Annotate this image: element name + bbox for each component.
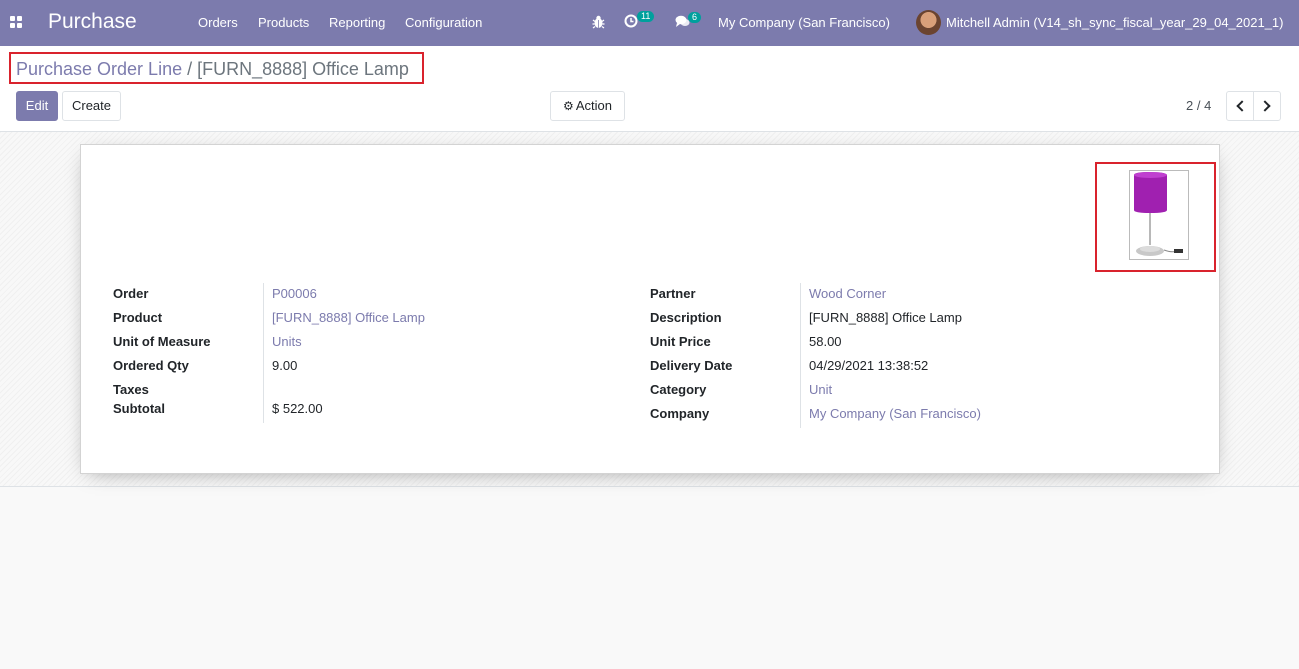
category-field[interactable]: Unit <box>809 382 832 397</box>
chevron-left-icon <box>1236 100 1248 112</box>
chat-icon[interactable]: 6 <box>675 12 702 31</box>
product-image[interactable] <box>1129 170 1189 260</box>
subtotal-label: Subtotal <box>113 401 165 416</box>
unit-price-field: 58.00 <box>809 334 842 349</box>
apps-icon[interactable] <box>10 16 22 28</box>
user-menu[interactable]: Mitchell Admin (V14_sh_sync_fiscal_year_… <box>946 15 1284 30</box>
uom-field[interactable]: Units <box>272 334 302 349</box>
breadcrumb-current: [FURN_8888] Office Lamp <box>197 59 409 79</box>
company-field[interactable]: My Company (San Francisco) <box>809 406 981 421</box>
chevron-right-icon <box>1259 100 1271 112</box>
left-divider <box>263 283 264 423</box>
app-brand[interactable]: Purchase <box>48 10 137 34</box>
action-button[interactable]: ⚙ Action <box>550 91 625 121</box>
breadcrumb-parent[interactable]: Purchase Order Line <box>16 59 182 79</box>
messages-badge: 6 <box>688 12 702 23</box>
ordered-qty-label: Ordered Qty <box>113 358 189 373</box>
menu-products[interactable]: Products <box>258 15 309 31</box>
company-label: Company <box>650 406 710 421</box>
company-switcher[interactable]: My Company (San Francisco) <box>718 15 890 30</box>
product-label: Product <box>113 310 163 325</box>
pager-previous-button[interactable] <box>1226 91 1254 121</box>
menu-reporting[interactable]: Reporting <box>329 15 385 31</box>
menu-orders[interactable]: Orders <box>198 15 238 31</box>
delivery-date-field: 04/29/2021 13:38:52 <box>809 358 929 373</box>
control-panel: Purchase Order Line / [FURN_8888] Office L… <box>0 46 1299 132</box>
category-label: Category <box>650 382 707 397</box>
order-label: Order <box>113 286 149 301</box>
description-label: Description <box>650 310 722 325</box>
form-sheet: Order P00006 Product [FURN_8888] Office … <box>80 144 1220 474</box>
avatar[interactable] <box>916 10 941 35</box>
menu-configuration[interactable]: Configuration <box>405 15 482 31</box>
subtotal-field: $ 522.00 <box>272 401 323 416</box>
partner-field[interactable]: Wood Corner <box>809 286 886 301</box>
taxes-label: Taxes <box>113 382 149 397</box>
action-label: Action <box>575 98 612 113</box>
edit-button[interactable]: Edit <box>16 91 58 121</box>
order-field[interactable]: P00006 <box>272 286 317 301</box>
activity-clock-icon[interactable]: 11 <box>624 11 655 31</box>
unit-price-label: Unit Price <box>650 334 711 349</box>
breadcrumb-separator: / <box>187 59 193 79</box>
product-field[interactable]: [FURN_8888] Office Lamp <box>272 310 425 325</box>
ordered-qty-field: 9.00 <box>272 358 298 373</box>
image-highlight <box>1095 162 1216 272</box>
main-navbar: Purchase Orders Products Reporting Confi… <box>0 0 1299 46</box>
bug-icon[interactable] <box>592 15 605 32</box>
create-button[interactable]: Create <box>62 91 121 121</box>
breadcrumb: Purchase Order Line / [FURN_8888] Office L… <box>16 58 409 80</box>
description-field: [FURN_8888] Office Lamp <box>809 310 962 325</box>
delivery-date-label: Delivery Date <box>650 358 733 373</box>
uom-label: Unit of Measure <box>113 334 211 349</box>
partner-label: Partner <box>650 286 696 301</box>
right-divider <box>800 283 801 428</box>
pager-next-button[interactable] <box>1253 91 1281 121</box>
gear-icon: ⚙ <box>563 99 574 113</box>
pager-value[interactable]: 2 / 4 <box>1186 98 1211 113</box>
activity-badge: 11 <box>637 11 655 22</box>
